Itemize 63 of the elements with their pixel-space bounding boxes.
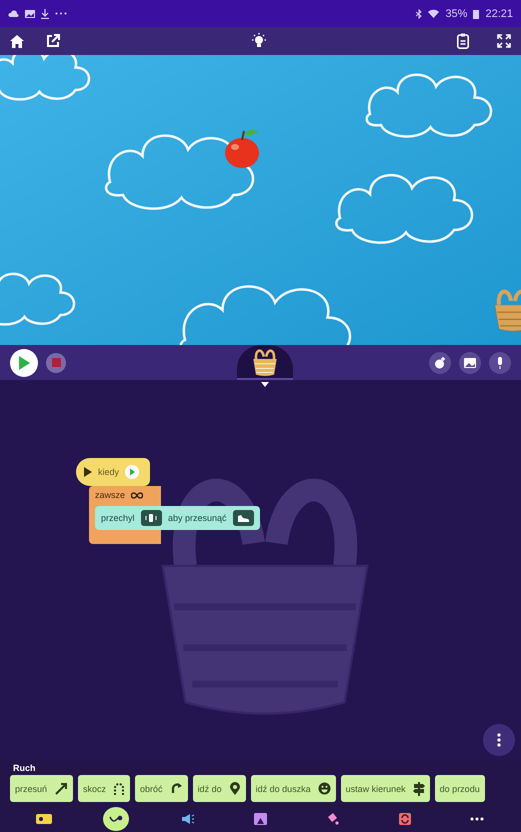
shoe-icon[interactable] bbox=[232, 510, 254, 526]
signpost-icon bbox=[412, 782, 425, 796]
stage-icon bbox=[254, 812, 267, 824]
cloud-icon bbox=[8, 10, 19, 17]
motion-block[interactable]: przesuń bbox=[10, 775, 74, 802]
block-label: zawsze bbox=[95, 490, 126, 500]
play-icon bbox=[18, 356, 30, 370]
motion-block[interactable]: idź do duszka bbox=[250, 775, 336, 802]
motion-block[interactable]: skocz bbox=[78, 775, 130, 802]
rotate-icon bbox=[170, 782, 183, 795]
motion-block[interactable]: do przodu bbox=[434, 775, 485, 802]
diagonal-arrow-icon bbox=[54, 782, 68, 796]
background-button[interactable] bbox=[459, 352, 481, 374]
sprite-tab[interactable] bbox=[237, 345, 293, 380]
clock: 22:21 bbox=[485, 8, 513, 20]
block-label: kiedy bbox=[98, 467, 120, 477]
smiley-icon bbox=[318, 782, 331, 795]
megaphone-icon bbox=[181, 812, 196, 824]
battery-percent: 35% bbox=[445, 8, 468, 20]
menu-button[interactable] bbox=[483, 724, 515, 756]
motion-block[interactable]: ustaw kierunek bbox=[340, 775, 430, 802]
block-label: aby przesunąć bbox=[168, 513, 227, 523]
battery-icon bbox=[473, 8, 480, 18]
when-block[interactable]: kiedy bbox=[76, 458, 150, 486]
wifi-icon bbox=[428, 9, 440, 18]
home-icon[interactable] bbox=[10, 34, 24, 48]
category-title: Ruch bbox=[12, 762, 36, 775]
image-icon bbox=[464, 358, 476, 368]
flag-play-icon bbox=[125, 465, 140, 479]
tilt-block[interactable]: przechyl aby przesunąć bbox=[95, 506, 260, 530]
lightbulb-icon[interactable] bbox=[250, 33, 266, 49]
stop-icon bbox=[52, 358, 60, 367]
infinity-icon bbox=[131, 492, 144, 498]
microphone-icon bbox=[496, 356, 504, 368]
microphone-button[interactable] bbox=[489, 352, 511, 374]
motion-block[interactable]: idź do bbox=[192, 775, 246, 802]
category-tab[interactable] bbox=[103, 806, 130, 830]
repeat-icon bbox=[398, 812, 411, 824]
bluetooth-icon bbox=[416, 8, 422, 18]
image-icon bbox=[25, 10, 35, 18]
caret-icon bbox=[261, 382, 269, 387]
download-icon bbox=[41, 8, 49, 18]
add-sprite-button[interactable] bbox=[429, 352, 451, 374]
share-icon[interactable] bbox=[46, 34, 60, 48]
basket-icon bbox=[252, 348, 278, 376]
more-icon bbox=[470, 816, 484, 820]
path-icon bbox=[109, 814, 124, 824]
run-button[interactable] bbox=[10, 348, 38, 376]
play-icon bbox=[84, 467, 92, 477]
stop-button[interactable] bbox=[46, 352, 66, 372]
menu-icon bbox=[497, 733, 501, 747]
add-face-icon bbox=[434, 356, 446, 368]
arch-icon bbox=[113, 782, 126, 796]
more-icon bbox=[55, 12, 67, 15]
paint-bucket-icon bbox=[326, 812, 340, 825]
fullscreen-icon[interactable] bbox=[497, 34, 511, 48]
location-pin-icon bbox=[228, 782, 241, 796]
block-label: przechyl bbox=[101, 513, 135, 523]
forever-block[interactable]: zawsze przechyl aby przesunąć bbox=[89, 486, 260, 544]
ticket-icon bbox=[36, 814, 52, 824]
clipboard-icon[interactable] bbox=[457, 33, 469, 49]
motion-block[interactable]: obróć bbox=[135, 775, 188, 802]
tilt-device-icon[interactable] bbox=[140, 510, 162, 526]
